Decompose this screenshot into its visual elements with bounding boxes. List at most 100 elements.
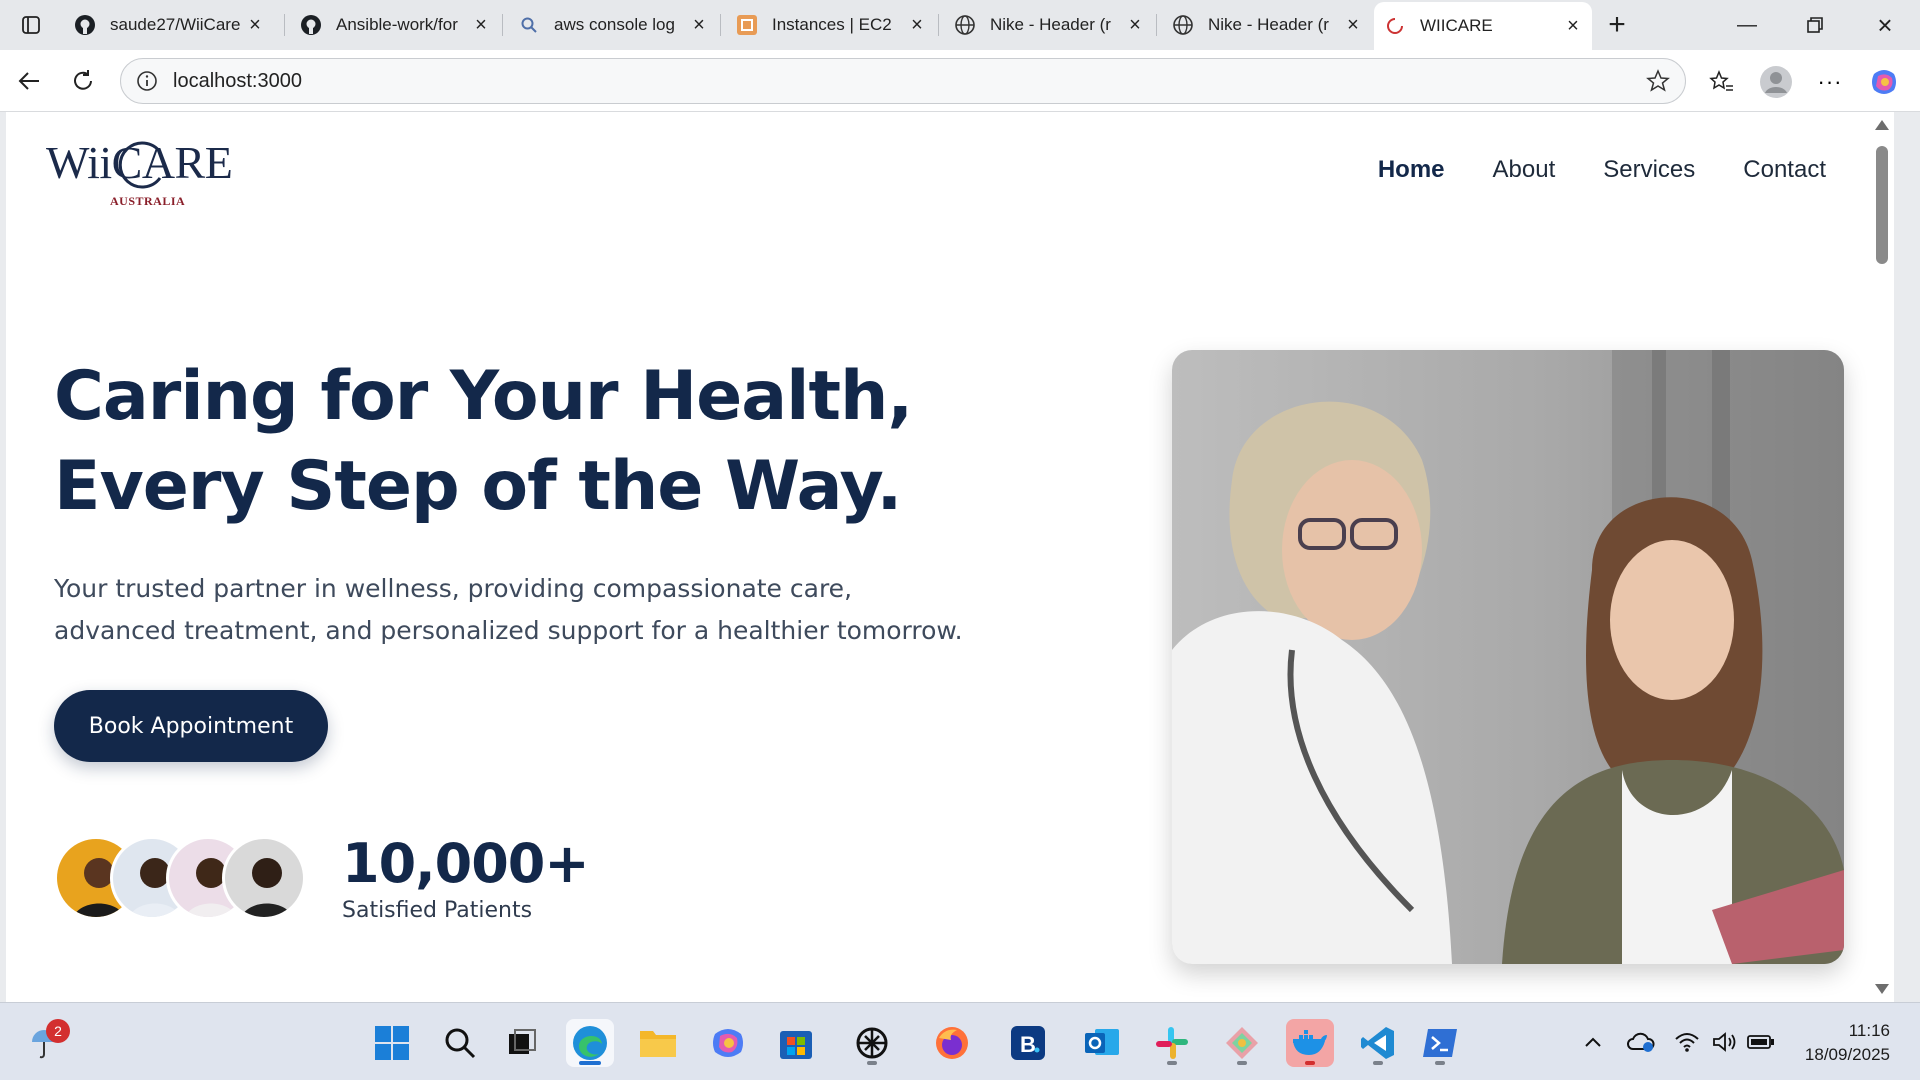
running-indicator [1305, 1061, 1315, 1065]
running-indicator [1237, 1061, 1247, 1065]
tab-divider [502, 14, 503, 36]
tab-title: saude27/WiiCare [110, 15, 240, 34]
search-icon [445, 1028, 476, 1059]
battery-icon [1747, 1035, 1774, 1049]
new-tab-button[interactable]: + [1600, 8, 1634, 42]
tab-close-button[interactable]: × [1126, 14, 1144, 36]
tray-overflow-button[interactable] [1578, 1025, 1608, 1059]
system-clock[interactable]: 11:16 18/09/2025 [1805, 1019, 1890, 1067]
start-button[interactable] [368, 1019, 416, 1067]
tab-close-button[interactable]: × [690, 14, 708, 36]
tray-wifi[interactable] [1672, 1025, 1702, 1059]
book-appointment-button[interactable]: Book Appointment [54, 690, 328, 762]
favorites-icon [1709, 70, 1733, 91]
slack-icon [1156, 1027, 1188, 1059]
tray-volume[interactable] [1710, 1025, 1740, 1059]
site-info-icon[interactable] [133, 67, 161, 95]
address-text[interactable]: localhost:3000 [173, 70, 1643, 93]
hero-title-line: Every Step of the Way. [54, 447, 902, 526]
refresh-button[interactable] [64, 62, 102, 100]
tab-close-button[interactable]: × [472, 14, 490, 36]
tab-close-button[interactable]: × [246, 14, 264, 36]
tab-close-button[interactable]: × [1564, 15, 1582, 37]
nav-link-services[interactable]: Services [1603, 156, 1695, 184]
taskbar-search-button[interactable] [436, 1019, 484, 1067]
back-button[interactable] [10, 62, 48, 100]
svg-text:B: B [1020, 1032, 1036, 1057]
browser-tab[interactable]: saude27/WiiCare × [64, 4, 274, 46]
hero-subtitle-line: Your trusted partner in wellness, provid… [54, 574, 853, 603]
taskbar-firefox[interactable] [928, 1019, 976, 1067]
minimize-button[interactable]: — [1724, 8, 1770, 42]
copilot-icon [1872, 70, 1896, 94]
tray-battery[interactable] [1746, 1025, 1776, 1059]
browser-tab[interactable]: aws console log × [508, 4, 718, 46]
tray-onedrive[interactable] [1626, 1025, 1656, 1059]
taskbar-vscode[interactable] [1354, 1019, 1402, 1067]
browser-tab[interactable]: Ansible-work/for × [290, 4, 500, 46]
tab-divider [284, 14, 285, 36]
chatgpt-icon [856, 1027, 888, 1059]
browser-tab-active[interactable]: WIICARE × [1374, 2, 1592, 50]
tab-divider [938, 14, 939, 36]
copilot-button[interactable] [1866, 64, 1902, 100]
browser-tab[interactable]: Instances | EC2 × [726, 4, 936, 46]
scroll-down-arrow-icon[interactable] [1875, 984, 1889, 994]
tab-title: Nike - Header (r [990, 15, 1111, 34]
browser-tab[interactable]: Nike - Header (r × [944, 4, 1154, 46]
tab-actions-button[interactable] [14, 10, 48, 40]
search-icon [518, 14, 540, 36]
taskbar-chatgpt[interactable] [848, 1019, 896, 1067]
nav-link-contact[interactable]: Contact [1743, 156, 1826, 184]
scroll-thumb[interactable] [1876, 146, 1888, 264]
hero-image-doctor-patient [1172, 350, 1844, 964]
address-bar[interactable]: localhost:3000 [120, 58, 1686, 104]
task-view-button[interactable] [498, 1019, 546, 1067]
taskbar-slack[interactable] [1148, 1019, 1196, 1067]
taskbar-copilot[interactable] [704, 1019, 752, 1067]
nav-link-about[interactable]: About [1493, 156, 1556, 184]
site-logo[interactable]: WiiCARE AUSTRALIA [46, 136, 246, 208]
taskbar-file-explorer[interactable] [634, 1019, 682, 1067]
favorite-star-icon[interactable] [1643, 66, 1673, 96]
file-explorer-icon [640, 1031, 676, 1057]
taskbar-edge[interactable] [566, 1019, 614, 1067]
clock-time: 11:16 [1848, 1021, 1890, 1040]
more-icon: ··· [1817, 69, 1843, 94]
globe-icon [954, 14, 976, 36]
docker-icon [1293, 1030, 1327, 1055]
settings-more-button[interactable]: ··· [1812, 64, 1848, 100]
taskbar-terminal[interactable] [1416, 1019, 1464, 1067]
running-indicator [1167, 1061, 1177, 1065]
favorites-button[interactable] [1704, 64, 1740, 100]
restore-button[interactable] [1792, 8, 1838, 42]
tab-title: WIICARE [1420, 16, 1493, 35]
avatar [222, 836, 306, 920]
tab-close-button[interactable]: × [908, 14, 926, 36]
volume-icon [1713, 1032, 1736, 1052]
running-indicator [1373, 1061, 1383, 1065]
clock-date: 18/09/2025 [1804, 1045, 1890, 1064]
patients-label: Satisfied Patients [342, 898, 533, 923]
logo-subtitle: AUSTRALIA [110, 194, 186, 208]
taskbar-booking[interactable]: B [1004, 1019, 1052, 1067]
profile-avatar-icon [1760, 66, 1792, 98]
taskbar-docker[interactable] [1286, 1019, 1334, 1067]
taskbar-git[interactable] [1218, 1019, 1266, 1067]
copilot-icon [713, 1029, 743, 1057]
profile-button[interactable] [1758, 64, 1794, 100]
taskbar-store[interactable] [772, 1019, 820, 1067]
start-icon [375, 1026, 409, 1060]
task-view-icon [509, 1029, 536, 1054]
github-icon [74, 14, 96, 36]
nav-link-home[interactable]: Home [1378, 156, 1445, 184]
patient-avatars [54, 836, 334, 920]
close-window-button[interactable]: × [1862, 8, 1908, 42]
page-scrollbar[interactable] [1868, 112, 1894, 1002]
wifi-icon [1675, 1033, 1699, 1052]
hero-subtitle: Your trusted partner in wellness, provid… [54, 568, 994, 652]
tab-close-button[interactable]: × [1344, 14, 1362, 36]
scroll-up-arrow-icon[interactable] [1875, 120, 1889, 130]
taskbar-outlook[interactable] [1078, 1019, 1126, 1067]
browser-tab[interactable]: Nike - Header (r × [1162, 4, 1372, 46]
